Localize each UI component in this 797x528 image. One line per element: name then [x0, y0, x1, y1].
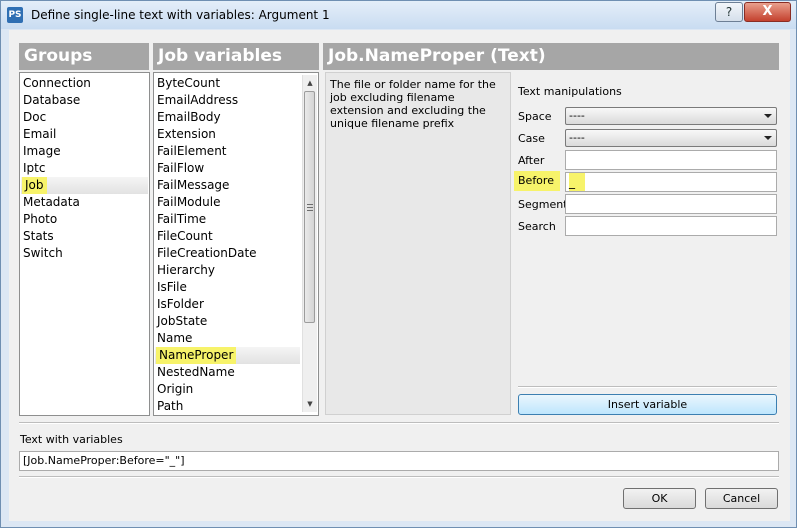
group-item[interactable]: Switch — [23, 245, 63, 262]
text-manipulations-title: Text manipulations — [518, 85, 622, 98]
search-input[interactable] — [565, 216, 777, 236]
variable-item[interactable]: FailFlow — [157, 160, 204, 177]
variable-item[interactable]: IsFolder — [157, 296, 204, 313]
variable-item[interactable]: Name — [157, 330, 192, 347]
triangle-down-icon[interactable]: ▼ — [303, 397, 317, 411]
search-label: Search — [518, 220, 556, 233]
group-item[interactable]: Photo — [23, 211, 57, 228]
divider — [19, 422, 779, 424]
chevron-down-icon — [764, 136, 772, 140]
variable-item[interactable]: FailTime — [157, 211, 206, 228]
app-logo-icon: PS — [7, 7, 23, 23]
before-input[interactable]: _ — [565, 172, 777, 192]
title-bar[interactable]: PS Define single-line text with variable… — [1, 1, 796, 29]
scroll-thumb[interactable] — [304, 91, 315, 323]
variable-item[interactable]: EmailAddress — [157, 92, 238, 109]
divider — [19, 476, 779, 478]
insert-variable-button[interactable]: Insert variable — [518, 394, 777, 415]
variable-item[interactable]: IsFile — [157, 279, 187, 296]
window-title: Define single-line text with variables: … — [31, 8, 330, 22]
divider — [518, 386, 777, 388]
variable-item[interactable]: ByteCount — [157, 75, 220, 92]
group-item[interactable]: Doc — [23, 109, 46, 126]
variable-item[interactable]: Origin — [157, 381, 193, 398]
segment-input[interactable] — [565, 194, 777, 214]
variable-item[interactable]: FailModule — [157, 194, 220, 211]
detail-header: Job.NameProper (Text) — [323, 43, 779, 70]
space-label: Space — [518, 110, 552, 123]
group-item[interactable]: Database — [23, 92, 80, 109]
help-button[interactable]: ? — [715, 2, 743, 22]
text-with-variables-input[interactable]: [Job.NameProper:Before="_"] — [19, 451, 779, 471]
case-value: ---- — [569, 131, 585, 144]
chevron-down-icon — [764, 114, 772, 118]
segment-label: Segment — [518, 198, 568, 211]
group-item[interactable]: Iptc — [23, 160, 45, 177]
variable-item[interactable]: Hierarchy — [157, 262, 215, 279]
group-item[interactable]: Stats — [23, 228, 54, 245]
triangle-up-icon[interactable]: ▲ — [303, 76, 317, 90]
space-value: ---- — [569, 109, 585, 122]
variable-item[interactable]: FailMessage — [157, 177, 229, 194]
before-value: _ — [569, 173, 585, 191]
case-label: Case — [518, 132, 545, 145]
variable-item[interactable]: FileCreationDate — [157, 245, 257, 262]
variable-item[interactable]: Extension — [157, 126, 216, 143]
variable-item[interactable]: Path — [157, 398, 183, 415]
variable-item-selected[interactable]: NameProper — [156, 347, 237, 364]
group-item[interactable]: Metadata — [23, 194, 80, 211]
job-variables-list[interactable]: ByteCount EmailAddress EmailBody Extensi… — [153, 72, 319, 416]
variable-item[interactable]: FailElement — [157, 143, 227, 160]
dialog-body: Groups Job variables Job.NameProper (Tex… — [9, 30, 790, 521]
dialog-window: PS Define single-line text with variable… — [0, 0, 797, 528]
close-button[interactable]: X — [744, 2, 791, 22]
variable-item[interactable]: FileCount — [157, 228, 213, 245]
case-dropdown[interactable]: ---- — [565, 129, 777, 147]
after-label: After — [518, 154, 545, 167]
variable-item[interactable]: JobState — [157, 313, 207, 330]
job-variables-header: Job variables — [153, 43, 319, 70]
text-with-variables-label: Text with variables — [20, 433, 123, 446]
ok-button[interactable]: OK — [623, 488, 696, 509]
before-label: Before — [514, 171, 560, 191]
variable-description: The file or folder name for the job excl… — [325, 72, 511, 415]
variable-item[interactable]: NestedName — [157, 364, 235, 381]
after-input[interactable] — [565, 150, 777, 170]
group-item[interactable]: Connection — [23, 75, 91, 92]
groups-list[interactable]: Connection Database Doc Email Image Iptc… — [19, 72, 150, 416]
groups-header: Groups — [19, 43, 149, 70]
cancel-button[interactable]: Cancel — [705, 488, 778, 509]
group-item[interactable]: Email — [23, 126, 56, 143]
space-dropdown[interactable]: ---- — [565, 107, 777, 125]
group-item[interactable]: Image — [23, 143, 61, 160]
variable-item[interactable]: EmailBody — [157, 109, 221, 126]
variables-scrollbar[interactable]: ▲ ▼ — [302, 75, 317, 412]
group-item-selected[interactable]: Job — [22, 177, 47, 194]
